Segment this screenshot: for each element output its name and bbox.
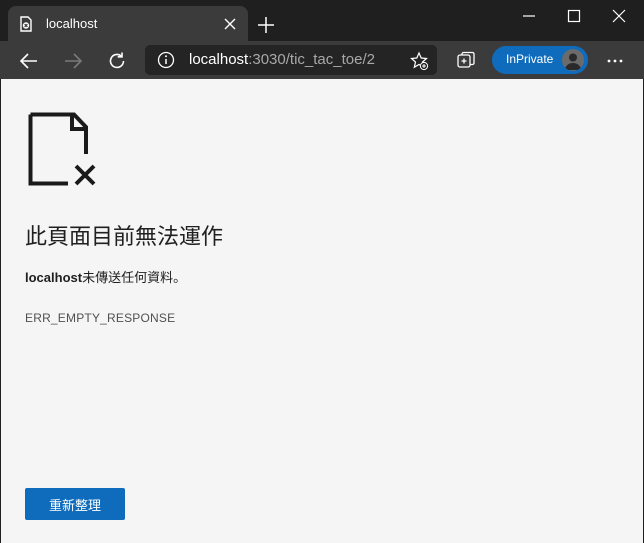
favorite-add-icon[interactable] xyxy=(409,51,429,71)
maximize-icon[interactable] xyxy=(566,8,582,24)
minimize-icon[interactable] xyxy=(521,8,537,24)
plus-icon[interactable] xyxy=(256,15,276,35)
window-border-left xyxy=(0,79,1,543)
error-host: localhost xyxy=(25,270,83,285)
document-error-icon xyxy=(28,112,96,186)
browser-tab[interactable]: localhost xyxy=(8,6,248,41)
info-icon[interactable] xyxy=(157,51,175,69)
inprivate-label: InPrivate xyxy=(506,52,554,66)
error-description: localhost未傳送任何資料。 xyxy=(25,267,186,286)
close-icon[interactable] xyxy=(222,16,238,32)
more-icon[interactable] xyxy=(605,51,625,71)
tab-favicon-icon xyxy=(20,16,32,32)
window-close-icon[interactable] xyxy=(611,8,627,24)
error-page: 此頁面目前無法運作 localhost未傳送任何資料。 ERR_EMPTY_RE… xyxy=(0,79,644,543)
refresh-icon[interactable] xyxy=(106,50,128,72)
address-bar[interactable]: localhost:3030/tic_tac_toe/2 xyxy=(145,45,437,75)
avatar xyxy=(562,49,584,71)
reload-button[interactable]: 重新整理 xyxy=(25,488,125,520)
tab-title: localhost xyxy=(46,16,98,31)
forward-icon[interactable] xyxy=(62,50,84,72)
error-heading: 此頁面目前無法運作 xyxy=(25,224,224,249)
error-code: ERR_EMPTY_RESPONSE xyxy=(25,311,176,325)
url-host: localhost xyxy=(189,51,249,68)
toolbar: localhost:3030/tic_tac_toe/2 InPrivate xyxy=(0,41,644,79)
url-path: :3030/tic_tac_toe/2 xyxy=(248,51,375,68)
collections-icon[interactable] xyxy=(456,51,476,71)
url-text: localhost:3030/tic_tac_toe/2 xyxy=(189,51,375,68)
title-bar: localhost xyxy=(0,0,644,41)
error-message: 未傳送任何資料。 xyxy=(82,270,187,285)
back-icon[interactable] xyxy=(18,50,40,72)
inprivate-button[interactable]: InPrivate xyxy=(492,46,588,74)
